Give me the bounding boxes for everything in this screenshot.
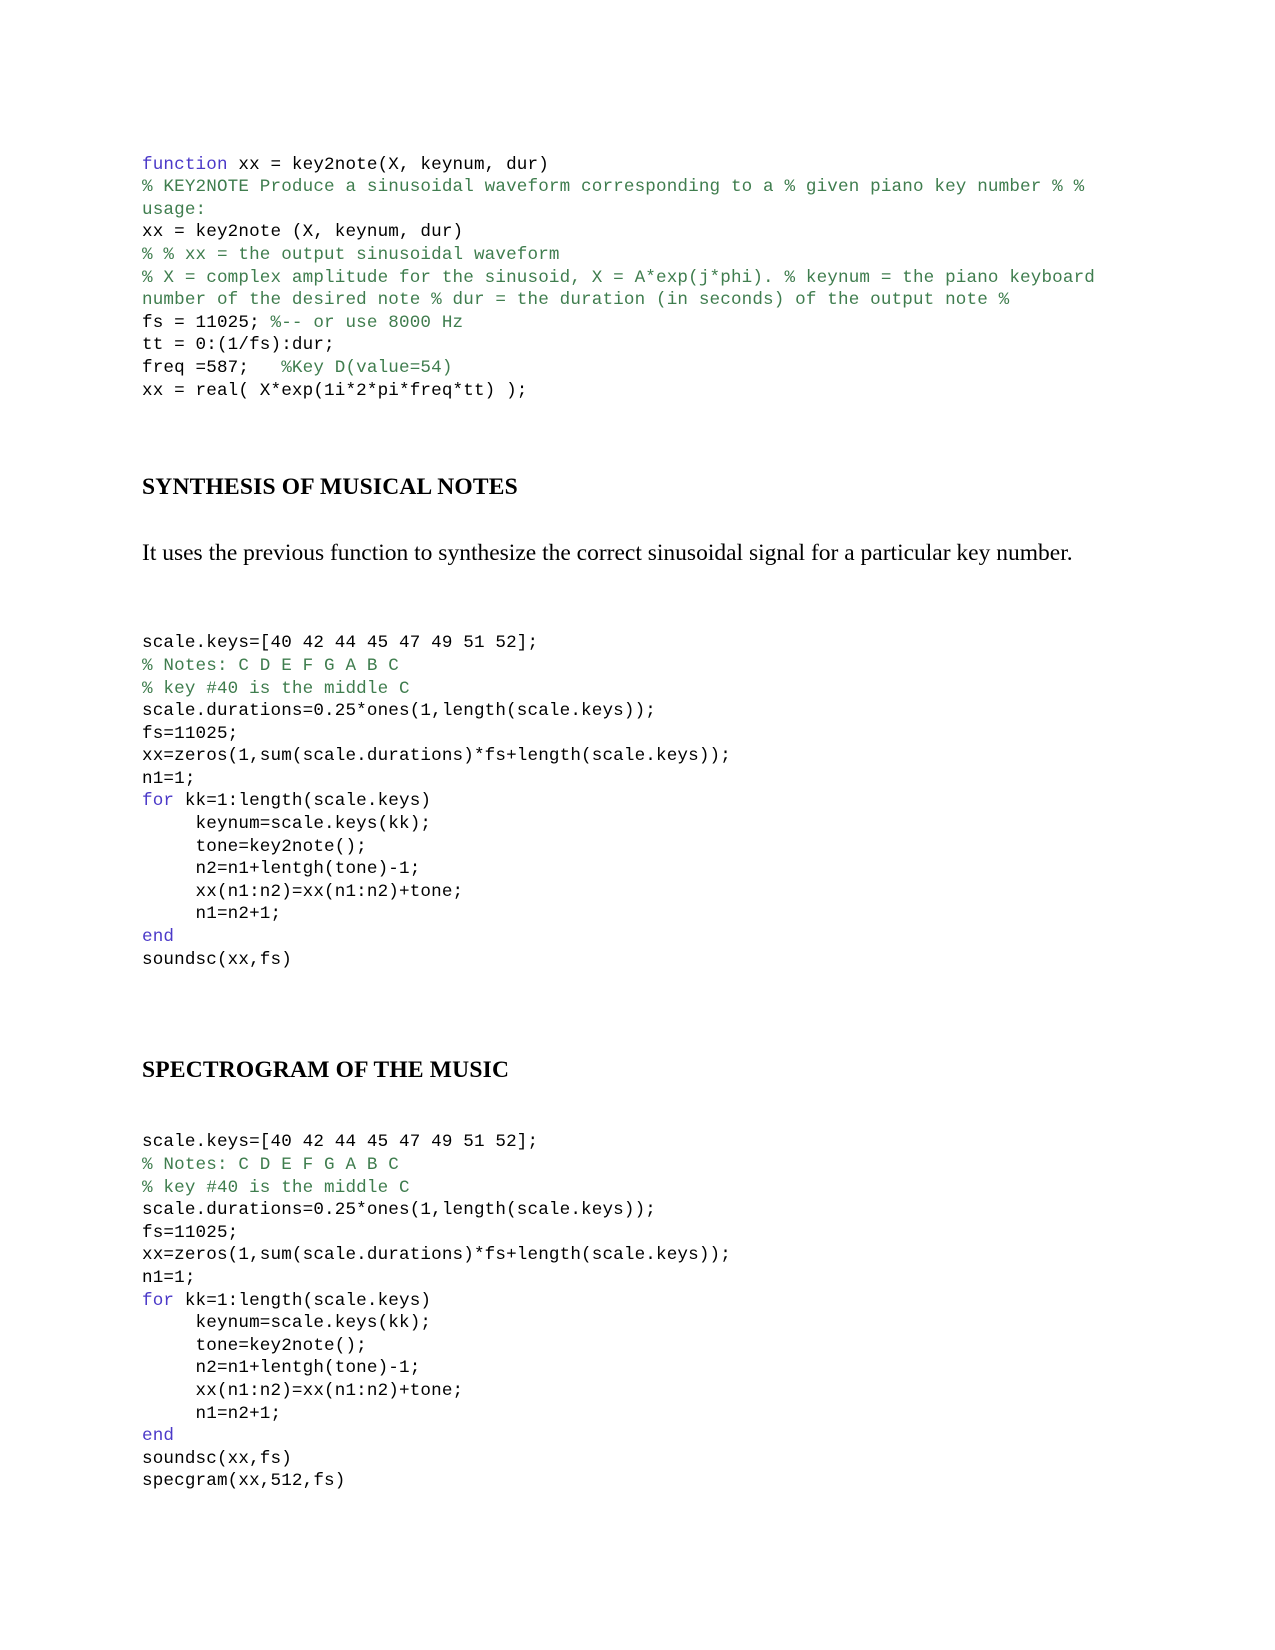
code-line: keynum=scale.keys(kk);	[142, 1312, 1102, 1335]
code-line: xx=zeros(1,sum(scale.durations)*fs+lengt…	[142, 1244, 1102, 1267]
code-line: xx = key2note (X, keynum, dur)	[142, 221, 1102, 244]
code-token-comment: %Key D(value=54)	[281, 357, 453, 378]
code-token-plain: fs=11025;	[142, 1222, 239, 1243]
code-token-kw: for	[142, 1290, 175, 1311]
code-line: xx(n1:n2)=xx(n1:n2)+tone;	[142, 881, 1102, 904]
code-token-plain: tone=key2note();	[142, 836, 367, 857]
code-token-plain: scale.durations=0.25*ones(1,length(scale…	[142, 1200, 656, 1221]
code-block-synthesis: scale.keys=[40 42 44 45 47 49 51 52];% N…	[142, 632, 1102, 971]
document-content: function xx = key2note(X, keynum, dur)% …	[142, 136, 1102, 1511]
code-line: tt = 0:(1/fs):dur;	[142, 334, 1102, 357]
code-line: % key #40 is the middle C	[142, 1177, 1102, 1200]
code-line: specgram(xx,512,fs)	[142, 1470, 1102, 1493]
code-token-kw: end	[142, 1426, 175, 1447]
code-line: for kk=1:length(scale.keys)	[142, 790, 1102, 813]
code-line: scale.durations=0.25*ones(1,length(scale…	[142, 700, 1102, 723]
code-token-plain: freq =587;	[142, 357, 282, 378]
code-token-plain: n1=1;	[142, 768, 196, 789]
code-token-comment: % key #40 is the middle C	[142, 1177, 410, 1198]
code-token-plain: soundsc(xx,fs)	[142, 949, 292, 970]
code-line: function xx = key2note(X, keynum, dur)	[142, 154, 1102, 177]
code-token-plain: fs = 11025;	[142, 312, 271, 333]
code-token-plain: xx(n1:n2)=xx(n1:n2)+tone;	[142, 1380, 464, 1401]
code-line: soundsc(xx,fs)	[142, 1448, 1102, 1471]
code-token-comment: %-- or use 8000 Hz	[270, 312, 464, 333]
code-line: n1=1;	[142, 1267, 1102, 1290]
code-line: keynum=scale.keys(kk);	[142, 813, 1102, 836]
code-token-plain: tt = 0:(1/fs):dur;	[142, 335, 335, 356]
code-token-plain: n1=n2+1;	[142, 1403, 282, 1424]
code-token-plain: n1=1;	[142, 1267, 196, 1288]
code-token-plain: n1=n2+1;	[142, 904, 282, 925]
code-token-plain: scale.keys=[40 42 44 45 47 49 51 52];	[142, 1132, 539, 1153]
code-token-comment: % % xx = the output sinusoidal waveform	[142, 244, 560, 265]
code-line: % key #40 is the middle C	[142, 678, 1102, 701]
heading-spectrogram-of-the-music: SPECTROGRAM OF THE MUSIC	[142, 1056, 510, 1083]
code-token-comment: % KEY2NOTE Produce a sinusoidal waveform…	[142, 177, 1096, 220]
code-token-plain: fs=11025;	[142, 723, 239, 744]
code-line: % Notes: C D E F G A B C	[142, 655, 1102, 678]
code-token-plain: n2=n1+lentgh(tone)-1;	[142, 859, 421, 880]
code-line: freq =587; %Key D(value=54)	[142, 357, 1102, 380]
code-token-plain: keynum=scale.keys(kk);	[142, 1313, 432, 1334]
code-line: scale.keys=[40 42 44 45 47 49 51 52];	[142, 1131, 1102, 1154]
code-line: n1=1;	[142, 768, 1102, 791]
code-block-key2note: function xx = key2note(X, keynum, dur)% …	[142, 154, 1102, 403]
code-line: % X = complex amplitude for the sinusoid…	[142, 267, 1102, 312]
code-token-plain: xx=zeros(1,sum(scale.durations)*fs+lengt…	[142, 1245, 731, 1266]
code-line: scale.keys=[40 42 44 45 47 49 51 52];	[142, 632, 1102, 655]
code-line: xx=zeros(1,sum(scale.durations)*fs+lengt…	[142, 745, 1102, 768]
code-token-plain: kk=1:length(scale.keys)	[174, 1290, 432, 1311]
paragraph-synthesis-description: It uses the previous function to synthes…	[142, 539, 1073, 566]
code-line: n2=n1+lentgh(tone)-1;	[142, 858, 1102, 881]
code-line: % Notes: C D E F G A B C	[142, 1154, 1102, 1177]
code-line: tone=key2note();	[142, 1335, 1102, 1358]
document-page: function xx = key2note(X, keynum, dur)% …	[0, 0, 1275, 1650]
code-line: for kk=1:length(scale.keys)	[142, 1290, 1102, 1313]
code-token-plain: keynum=scale.keys(kk);	[142, 814, 432, 835]
code-token-plain: xx=zeros(1,sum(scale.durations)*fs+lengt…	[142, 746, 731, 767]
code-line: end	[142, 1425, 1102, 1448]
code-line: n1=n2+1;	[142, 903, 1102, 926]
code-token-plain: n2=n1+lentgh(tone)-1;	[142, 1358, 421, 1379]
code-block-spectrogram: scale.keys=[40 42 44 45 47 49 51 52];% N…	[142, 1131, 1102, 1493]
code-token-plain: xx = key2note(X, keynum, dur)	[227, 154, 549, 175]
code-line: tone=key2note();	[142, 836, 1102, 859]
code-token-plain: xx(n1:n2)=xx(n1:n2)+tone;	[142, 881, 464, 902]
code-line: % KEY2NOTE Produce a sinusoidal waveform…	[142, 176, 1102, 221]
heading-synthesis-of-musical-notes: SYNTHESIS OF MUSICAL NOTES	[142, 473, 518, 500]
code-token-plain: specgram(xx,512,fs)	[142, 1471, 346, 1492]
code-token-kw: for	[142, 791, 175, 812]
code-token-plain: tone=key2note();	[142, 1335, 367, 1356]
code-line: scale.durations=0.25*ones(1,length(scale…	[142, 1199, 1102, 1222]
code-token-plain: xx = key2note (X, keynum, dur)	[142, 222, 464, 243]
code-line: fs=11025;	[142, 723, 1102, 746]
code-line: fs = 11025; %-- or use 8000 Hz	[142, 312, 1102, 335]
code-token-comment: % Notes: C D E F G A B C	[142, 655, 399, 676]
code-line: fs=11025;	[142, 1222, 1102, 1245]
code-token-plain: scale.keys=[40 42 44 45 47 49 51 52];	[142, 633, 539, 654]
code-token-comment: % Notes: C D E F G A B C	[142, 1155, 399, 1175]
code-line: % % xx = the output sinusoidal waveform	[142, 244, 1102, 267]
code-token-plain: kk=1:length(scale.keys)	[174, 791, 432, 812]
code-line: n2=n1+lentgh(tone)-1;	[142, 1357, 1102, 1380]
code-token-kw: function	[142, 154, 228, 175]
code-line: xx(n1:n2)=xx(n1:n2)+tone;	[142, 1380, 1102, 1403]
code-token-plain: soundsc(xx,fs)	[142, 1448, 292, 1469]
code-token-comment: % key #40 is the middle C	[142, 678, 410, 699]
code-token-kw: end	[142, 927, 175, 948]
code-token-plain: scale.durations=0.25*ones(1,length(scale…	[142, 701, 656, 722]
code-line: xx = real( X*exp(1i*2*pi*freq*tt) );	[142, 380, 1102, 403]
code-line: n1=n2+1;	[142, 1403, 1102, 1426]
code-token-plain: xx = real( X*exp(1i*2*pi*freq*tt) );	[142, 380, 528, 401]
code-line: soundsc(xx,fs)	[142, 949, 1102, 972]
code-token-comment: % X = complex amplitude for the sinusoid…	[142, 267, 1106, 311]
code-line: end	[142, 926, 1102, 949]
